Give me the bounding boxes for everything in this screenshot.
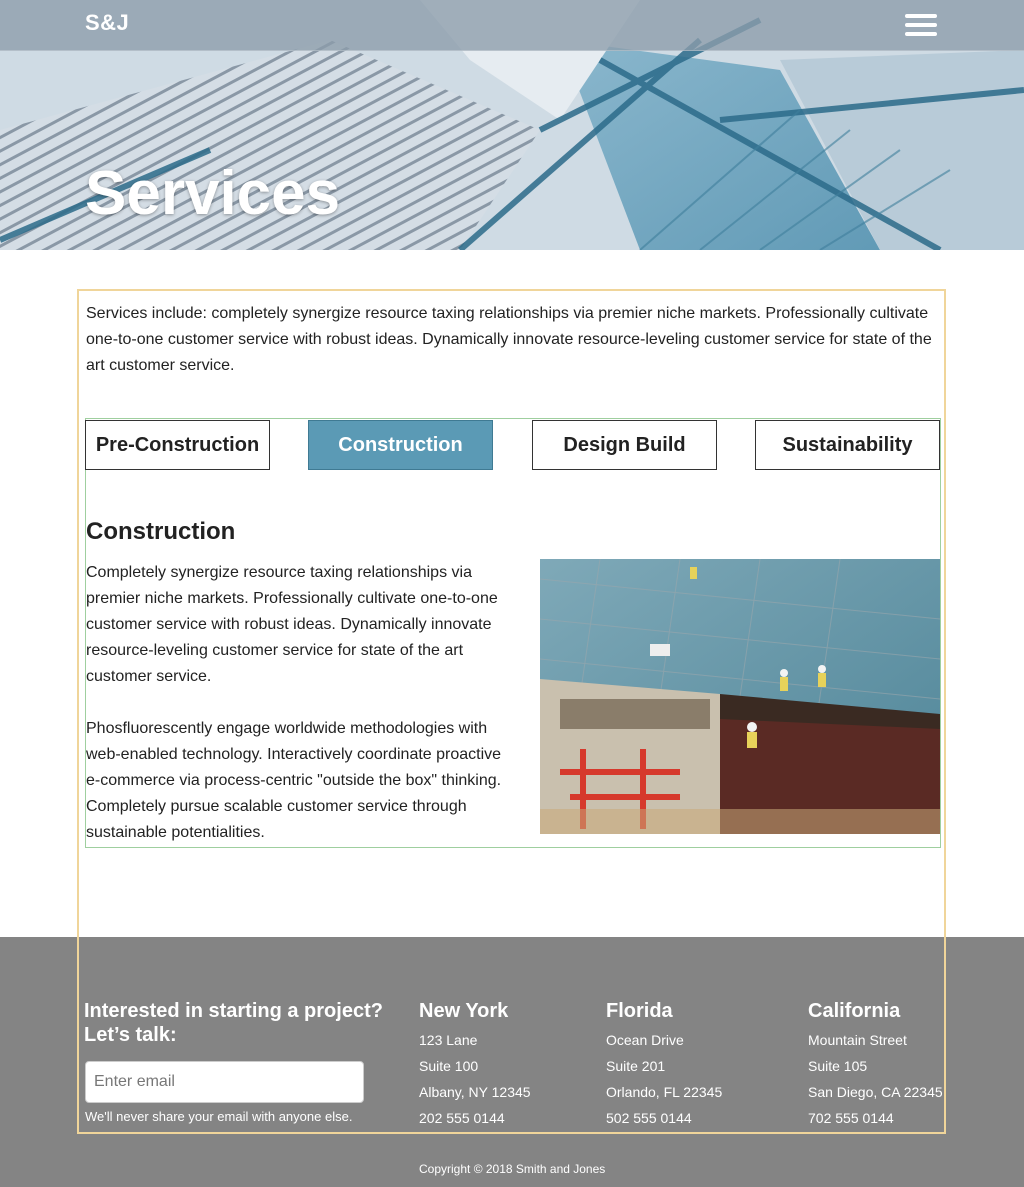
- tab-content-paragraph: Phosfluorescently engage worldwide metho…: [86, 720, 502, 841]
- office-suite: Suite 105: [808, 1058, 868, 1074]
- office-street: Ocean Drive: [606, 1032, 684, 1048]
- office-california: California Mountain Street Suite 105 San…: [808, 999, 943, 1131]
- office-phone: 202 555 0144: [419, 1110, 505, 1126]
- office-phone: 702 555 0144: [808, 1110, 894, 1126]
- hamburger-bar: [905, 32, 937, 36]
- email-help-text: We'll never share your email with anyone…: [85, 1109, 353, 1124]
- office-city: Orlando, FL 22345: [606, 1084, 723, 1100]
- tab-pre-construction[interactable]: Pre-Construction: [85, 420, 270, 470]
- hamburger-menu-icon[interactable]: [905, 14, 939, 38]
- tab-design-build[interactable]: Design Build: [532, 420, 717, 470]
- office-city: Albany, NY 12345: [419, 1084, 531, 1100]
- navbar: S&J: [0, 0, 1024, 51]
- office-name: New York: [419, 1000, 509, 1022]
- hero-banner: S&J Services: [0, 0, 1024, 250]
- office-street: 123 Lane: [419, 1032, 478, 1048]
- page-title: Services: [85, 159, 341, 228]
- hamburger-bar: [905, 23, 937, 27]
- tab-construction[interactable]: Construction: [308, 420, 493, 470]
- office-city: San Diego, CA 22345: [808, 1084, 943, 1100]
- email-input[interactable]: [85, 1061, 364, 1103]
- office-suite: Suite 100: [419, 1058, 479, 1074]
- office-suite: Suite 201: [606, 1058, 666, 1074]
- office-new-york: New York 123 Lane Suite 100 Albany, NY 1…: [419, 999, 531, 1131]
- office-phone: 502 555 0144: [606, 1110, 692, 1126]
- office-name: Florida: [606, 1000, 673, 1022]
- brand-logo-link[interactable]: S&J: [85, 10, 129, 36]
- office-florida: Florida Ocean Drive Suite 201 Orlando, F…: [606, 999, 722, 1131]
- hamburger-bar: [905, 14, 937, 18]
- copyright-text: Copyright © 2018 Smith and Jones: [419, 1162, 606, 1176]
- office-name: California: [808, 1000, 901, 1022]
- office-street: Mountain Street: [808, 1032, 907, 1048]
- footer-cta-heading: Interested in starting a project? Let’s …: [84, 1000, 383, 1046]
- tab-content-heading: Construction: [86, 518, 236, 545]
- services-intro-text: Services include: completely synergize r…: [86, 305, 932, 374]
- tab-content-paragraph: Completely synergize resource taxing rel…: [86, 564, 498, 685]
- tab-sustainability[interactable]: Sustainability: [755, 420, 940, 470]
- construction-site-photo: [540, 559, 940, 834]
